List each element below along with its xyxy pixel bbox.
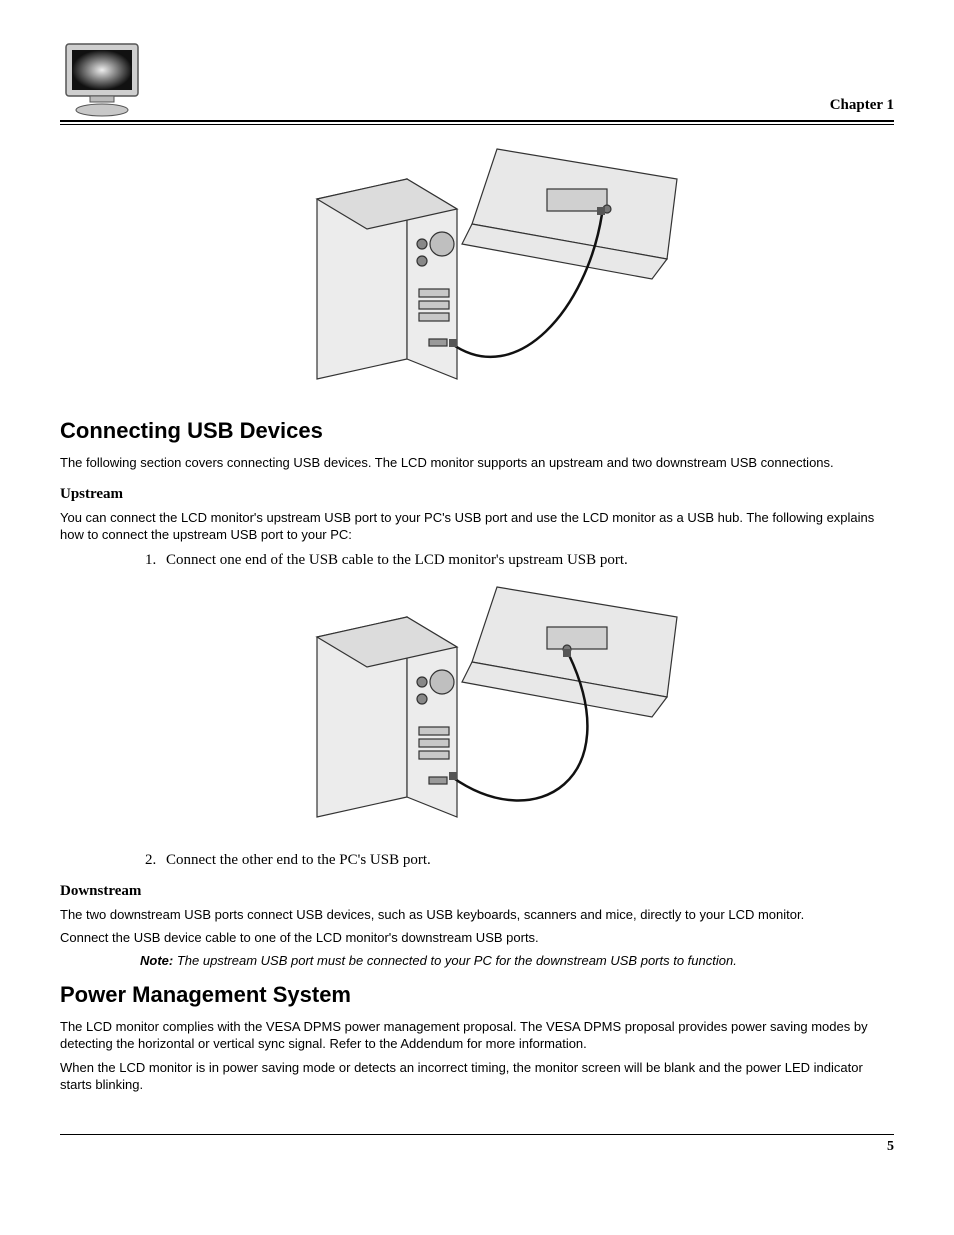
figure-pc-monitor-1: [60, 139, 894, 404]
intro-text: The following section covers connecting …: [60, 454, 894, 472]
page-number: 5: [60, 1139, 894, 1155]
pms-p1: The LCD monitor complies with the VESA D…: [60, 1018, 894, 1053]
steps-list: Connect one end of the USB cable to the …: [60, 552, 894, 569]
step-1: Connect one end of the USB cable to the …: [160, 552, 894, 569]
header-rule: [60, 120, 894, 125]
note-label: Note:: [140, 953, 173, 968]
steps-list-2: Connect the other end to the PC's USB po…: [60, 852, 894, 869]
subhead-upstream: Upstream: [60, 486, 894, 503]
monitor-logo-icon: [60, 40, 150, 123]
note-line: Note: The upstream USB port must be conn…: [140, 953, 894, 968]
subhead-downstream: Downstream: [60, 883, 894, 900]
heading-connecting-usb: Connecting USB Devices: [60, 418, 894, 444]
upstream-text: You can connect the LCD monitor's upstre…: [60, 509, 894, 544]
note-text: The upstream USB port must be connected …: [173, 953, 737, 968]
step-2: Connect the other end to the PC's USB po…: [160, 852, 894, 869]
downstream-text: The two downstream USB ports connect USB…: [60, 906, 894, 924]
heading-power-mgmt: Power Management System: [60, 982, 894, 1008]
chapter-label: Chapter 1: [830, 97, 894, 114]
downstream-text-2: Connect the USB device cable to one of t…: [60, 929, 894, 947]
figure-pc-monitor-2: [60, 577, 894, 842]
footer-rule: [60, 1134, 894, 1135]
pms-p2: When the LCD monitor is in power saving …: [60, 1059, 894, 1094]
